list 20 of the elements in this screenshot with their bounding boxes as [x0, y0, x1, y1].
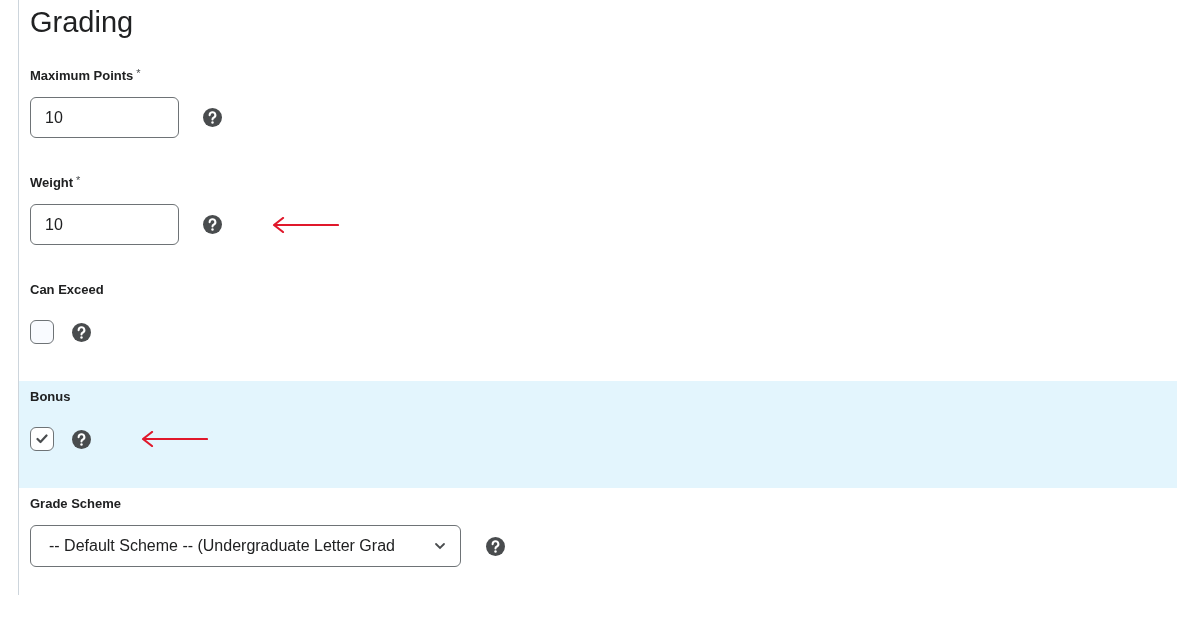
number-field[interactable]: 10: [30, 204, 179, 245]
checkbox[interactable]: [30, 427, 54, 451]
section-heading: Grading: [30, 5, 135, 40]
help-icon[interactable]: [486, 536, 505, 556]
grade-scheme-select[interactable]: -- Default Scheme -- (Undergraduate Letter Grad: [30, 525, 461, 567]
help-icon[interactable]: [72, 429, 91, 449]
checkbox[interactable]: [30, 320, 54, 344]
field-label: Maximum Points: [30, 67, 134, 85]
field-label: Weight: [30, 174, 74, 192]
number-field[interactable]: 10: [30, 97, 179, 138]
field-label: Grade Scheme: [30, 495, 122, 513]
help-icon[interactable]: [203, 108, 222, 127]
required-mark: *: [136, 67, 141, 79]
help-icon[interactable]: [203, 215, 222, 234]
chevron-down-icon: [434, 542, 446, 550]
required-mark: *: [76, 174, 81, 186]
help-icon[interactable]: [72, 322, 91, 342]
checkmark-icon: [36, 434, 48, 444]
field-label: Bonus: [30, 388, 71, 406]
field-label: Can Exceed: [30, 281, 104, 299]
